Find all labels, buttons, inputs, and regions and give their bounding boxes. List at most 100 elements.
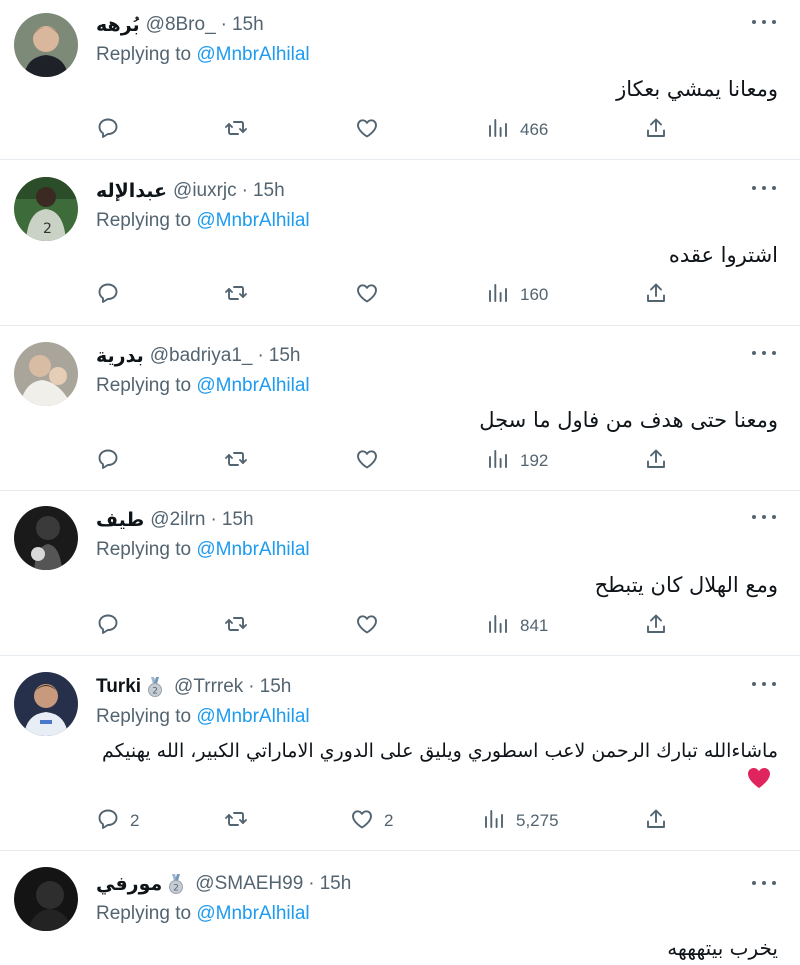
display-name[interactable]: مورفي	[96, 873, 162, 896]
share-button[interactable]	[644, 806, 668, 836]
replying-to-line: Replying to @MnbrAlhilal	[96, 903, 310, 925]
reply-button[interactable]	[96, 280, 130, 310]
timestamp[interactable]: 15h	[253, 180, 285, 202]
share-button[interactable]	[644, 611, 668, 641]
retweet-icon	[224, 447, 248, 476]
display-name[interactable]: Turki	[96, 676, 141, 698]
replies-feed: بُرهه @8Bro_ · 15h Replying to @MnbrAlhi…	[0, 0, 800, 965]
views-count: 5,275	[516, 811, 559, 830]
reply-button[interactable]	[96, 115, 130, 145]
separator-dot: ·	[248, 676, 255, 697]
heart-icon	[350, 807, 374, 836]
display-name[interactable]: بُرهه	[96, 14, 140, 37]
timestamp[interactable]: 15h	[320, 873, 352, 895]
timestamp[interactable]: 15h	[260, 676, 292, 698]
user-handle[interactable]: @2ilrn	[150, 509, 205, 531]
avatar[interactable]	[14, 867, 78, 931]
avatar[interactable]	[14, 506, 78, 570]
timestamp[interactable]: 15h	[222, 509, 254, 531]
replying-to-line: Replying to @MnbrAlhilal	[96, 375, 310, 397]
share-button[interactable]	[644, 280, 668, 310]
timestamp[interactable]: 15h	[269, 345, 301, 367]
reply-tweet[interactable]: بدرية @badriya1_ · 15h Replying to @Mnbr…	[0, 326, 800, 491]
reply-tweet[interactable]: طيف @2ilrn · 15h Replying to @MnbrAlhila…	[0, 491, 800, 656]
retweet-button[interactable]	[224, 115, 258, 145]
more-options-icon[interactable]	[752, 343, 776, 363]
svg-text:2: 2	[174, 884, 180, 894]
reply-tweet[interactable]: 2 عبدالإله @iuxrjc · 15h Replying to @Mn…	[0, 160, 800, 326]
more-options-icon[interactable]	[752, 674, 776, 694]
replying-to-label: Replying to	[96, 706, 197, 727]
user-handle[interactable]: @Trrrek	[174, 676, 243, 698]
retweet-button[interactable]	[224, 446, 258, 476]
avatar[interactable]: 2	[14, 177, 78, 241]
like-button[interactable]	[355, 611, 389, 641]
user-handle[interactable]: @8Bro_	[146, 14, 216, 36]
separator-dot: ·	[210, 509, 217, 530]
reply-tweet[interactable]: Turki 2 @Trrrek · 15h Replying to @MnbrA…	[0, 656, 800, 851]
views-count: 466	[520, 120, 549, 139]
medal-badge-icon: 2	[165, 873, 187, 895]
replying-to-mention[interactable]: @MnbrAlhilal	[196, 375, 309, 396]
views-button[interactable]: 466	[486, 115, 548, 145]
avatar[interactable]	[14, 13, 78, 77]
retweet-button[interactable]	[224, 280, 258, 310]
more-options-icon[interactable]	[752, 873, 776, 893]
display-name[interactable]: بدرية	[96, 345, 144, 368]
reply-tweet[interactable]: مورفي 2 @SMAEH99 · 15h Replying to @Mnbr…	[0, 851, 800, 965]
reply-icon	[96, 612, 120, 641]
share-icon	[644, 447, 668, 476]
views-button[interactable]: 160	[486, 280, 548, 310]
replying-to-mention[interactable]: @MnbrAlhilal	[196, 903, 309, 924]
like-button[interactable]	[355, 280, 389, 310]
avatar[interactable]	[14, 342, 78, 406]
retweet-icon	[224, 807, 248, 836]
retweet-icon	[224, 116, 248, 145]
reply-count: 2	[130, 811, 140, 830]
views-count: 160	[520, 285, 549, 304]
reply-button[interactable]	[96, 611, 130, 641]
reply-button[interactable]: 2	[96, 806, 139, 836]
more-options-icon[interactable]	[752, 507, 776, 527]
share-icon	[644, 807, 668, 836]
views-button[interactable]: 841	[486, 611, 548, 641]
share-button[interactable]	[644, 446, 668, 476]
display-name[interactable]: عبدالإله	[96, 180, 167, 203]
views-button[interactable]: 192	[486, 446, 548, 476]
replying-to-line: Replying to @MnbrAlhilal	[96, 44, 310, 66]
more-options-icon[interactable]	[752, 12, 776, 32]
more-options-icon[interactable]	[752, 178, 776, 198]
replying-to-mention[interactable]: @MnbrAlhilal	[196, 706, 309, 727]
share-button[interactable]	[644, 115, 668, 145]
reply-button[interactable]	[96, 446, 130, 476]
svg-text:2: 2	[152, 687, 158, 697]
separator-dot: ·	[308, 873, 315, 894]
views-chart-icon	[486, 612, 510, 641]
retweet-button[interactable]	[224, 611, 258, 641]
timestamp[interactable]: 15h	[232, 14, 264, 36]
separator-dot: ·	[257, 345, 264, 366]
replying-to-mention[interactable]: @MnbrAlhilal	[196, 44, 309, 65]
display-name[interactable]: طيف	[96, 509, 144, 532]
like-button[interactable]	[355, 446, 389, 476]
heart-icon	[355, 612, 379, 641]
views-button[interactable]: 5,275	[482, 806, 559, 836]
reply-icon	[96, 281, 120, 310]
replying-to-mention[interactable]: @MnbrAlhilal	[196, 539, 309, 560]
replying-to-line: Replying to @MnbrAlhilal	[96, 706, 310, 728]
user-handle[interactable]: @iuxrjc	[173, 180, 237, 202]
like-button[interactable]: 2	[350, 806, 393, 836]
tweet-text: ومع الهلال كان يتبطح	[594, 573, 778, 597]
share-icon	[644, 612, 668, 641]
replying-to-mention[interactable]: @MnbrAlhilal	[196, 210, 309, 231]
like-button[interactable]	[355, 115, 389, 145]
avatar[interactable]	[14, 672, 78, 736]
retweet-button[interactable]	[224, 806, 258, 836]
red-heart-emoji-icon	[748, 768, 770, 788]
user-handle[interactable]: @SMAEH99	[195, 873, 303, 895]
user-handle[interactable]: @badriya1_	[150, 345, 253, 367]
reply-tweet[interactable]: بُرهه @8Bro_ · 15h Replying to @MnbrAlhi…	[0, 0, 800, 160]
views-chart-icon	[486, 116, 510, 145]
views-count: 841	[520, 616, 549, 635]
action-bar: 160	[0, 280, 800, 310]
